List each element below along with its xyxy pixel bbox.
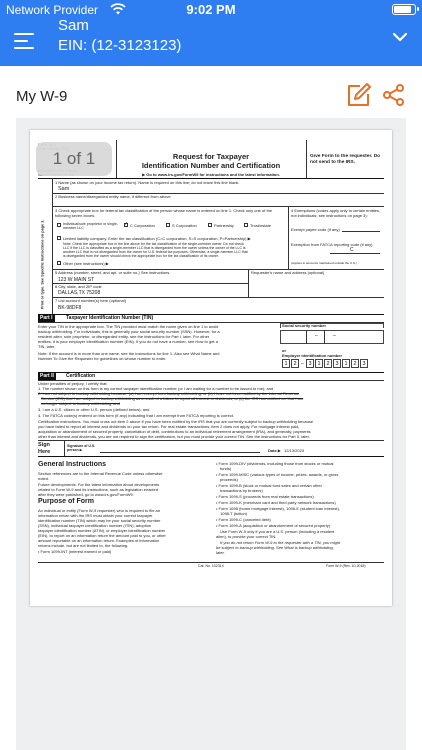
share-icon[interactable] <box>383 84 405 106</box>
taxpayer-name: Sam <box>58 17 89 34</box>
footer-form-label: Form W-9 (Rev. 10-2018) <box>326 564 366 568</box>
w9-page: Form W-9 (Rev. October 2018) Department … <box>30 130 392 606</box>
ssn-field[interactable] <box>280 330 384 344</box>
right-17: later. <box>216 550 225 555</box>
line3-label: 3 Check appropriate box for federal tax … <box>55 208 273 218</box>
line7-value[interactable]: BK-98DF8 <box>58 305 81 311</box>
purpose-8: returns include, but are not limited to,… <box>38 543 129 548</box>
fatca-label: Exemption from FATCA reporting code (if … <box>291 242 373 247</box>
ein-digit[interactable]: 3 <box>360 359 368 368</box>
general-instructions-title: General Instructions <box>38 461 107 468</box>
ein-digit[interactable]: 3 <box>306 359 314 368</box>
battery-icon <box>392 4 419 15</box>
sign-here: Sign Here <box>38 442 51 455</box>
hamburger-menu-icon[interactable] <box>14 33 34 49</box>
opt-llc: Limited liability company. Enter the tax… <box>63 236 251 241</box>
ein-label: Employer identification number <box>282 353 343 358</box>
form-give: Give Form to the requester. Do not send … <box>310 154 381 165</box>
opt-scorp: S Corporation <box>172 223 197 228</box>
part2-title: Certification <box>66 373 96 379</box>
line2-label: 2 Business name/disregarded entity name,… <box>55 194 171 199</box>
ein-digit[interactable]: 2 <box>324 359 332 368</box>
cert-instr-4: other than interest and dividends, you a… <box>38 434 310 439</box>
future-3: after they were published, go to www.irs… <box>38 492 134 497</box>
opt-ccorp: C Corporation <box>130 223 155 228</box>
date-value[interactable]: 12/13/2023 <box>284 448 304 453</box>
taxpayer-ein: EIN: (12-3123123) <box>58 37 182 54</box>
part1-text-5: TIN, later. <box>38 344 56 349</box>
line1-value[interactable]: Sam <box>58 186 69 193</box>
side-instructions: Print or type. See Specific Instructions… <box>40 219 45 310</box>
part2-tag: Part II <box>38 373 56 380</box>
llc-note-4: is disregarded from the owner should che… <box>63 254 219 258</box>
signature-label: Signature of U.S. person ▶ <box>67 444 96 453</box>
opt-individual: Individual/sole proprietor or single-mem… <box>63 222 118 231</box>
ssn-label: Social security number <box>282 323 327 328</box>
gen-text-2: noted. <box>38 476 50 481</box>
ein-digit[interactable]: 1 <box>342 359 350 368</box>
form-title-line2: Identification Number and Certification <box>141 161 281 170</box>
ein-digit[interactable]: 1 <box>282 359 290 368</box>
signature-line[interactable] <box>100 452 260 453</box>
part1-title: Taxpayer Identification Number (TIN) <box>66 315 154 321</box>
part1-note-2: Number To Give the Requester for guideli… <box>38 356 167 361</box>
right-14: alien), to provide your correct TIN. <box>216 534 277 539</box>
line1-label: 1 Name (as shown on your income tax retu… <box>55 180 240 185</box>
purpose-title: Purpose of Form <box>38 498 95 505</box>
ein-digit[interactable]: 1 <box>315 359 323 368</box>
cert-item-2c: no longer subject to backup withholding;… <box>41 401 120 406</box>
part1-tag: Part I <box>38 315 55 322</box>
fatca-applies: (Applies to accounts maintained outside … <box>291 262 357 265</box>
form-title-line1: Request for Taxpayer <box>172 152 250 161</box>
right-2: funds) <box>220 466 232 471</box>
requester-label: Requester's name and address (optional) <box>251 270 325 275</box>
app-bar: Sam EIN: (12-3123123) <box>0 17 422 66</box>
opt-partnership: Partnership <box>214 223 235 228</box>
document-title: My W-9 <box>16 88 68 105</box>
right-8: • Form 1099-K (merchant card and third p… <box>216 500 336 505</box>
line5-label: 5 Address (number, street, and apt. or s… <box>55 270 171 275</box>
line7-label: 7 List account number(s) here (optional) <box>55 298 126 303</box>
line6-label: 6 City, state, and ZIP code <box>55 284 102 289</box>
clock: 9:02 PM <box>186 2 236 17</box>
line6-value[interactable]: DALLAS,TX 75208 <box>58 290 100 296</box>
form-goto: ▶ Go to www.irs.gov/FormW9 for instructi… <box>142 172 280 177</box>
page-indicator: 1 of 1 <box>36 142 112 176</box>
ein-digit[interactable]: 2 <box>351 359 359 368</box>
purpose-9: • Form 1099-INT (interest earned or paid… <box>38 549 112 554</box>
exemptions-label: 4 Exemptions (codes apply only to certai… <box>291 208 380 218</box>
ein-digit[interactable]: 2 <box>291 359 299 368</box>
right-11: • Form 1099-C (canceled debt) <box>216 517 271 522</box>
right-12: • Form 1099-A (acquisition or abandonmen… <box>216 523 331 528</box>
right-10: 1098-T (tuition) <box>220 511 248 516</box>
cert-item-4: 4. The FATCA code(s) entered on this for… <box>38 413 235 418</box>
exempt-payee-label: Exempt payee code (if any) <box>291 227 340 232</box>
right-6: transactions by brokers) <box>220 488 263 493</box>
right-4: proceeds) <box>220 477 238 482</box>
edit-icon[interactable] <box>346 82 372 108</box>
ein-digit[interactable]: 3 <box>333 359 341 368</box>
chevron-down-icon[interactable] <box>392 30 408 44</box>
right-7: • Form 1099-S (proceeds from real estate… <box>216 494 314 499</box>
date-label: Date ▶ <box>268 448 281 453</box>
opt-trust: Trust/estate <box>250 223 271 228</box>
cert-item-3: 3. I am a U.S. citizen or other U.S. per… <box>38 407 150 412</box>
opt-other: Other (see instructions) ▶ <box>63 261 109 266</box>
